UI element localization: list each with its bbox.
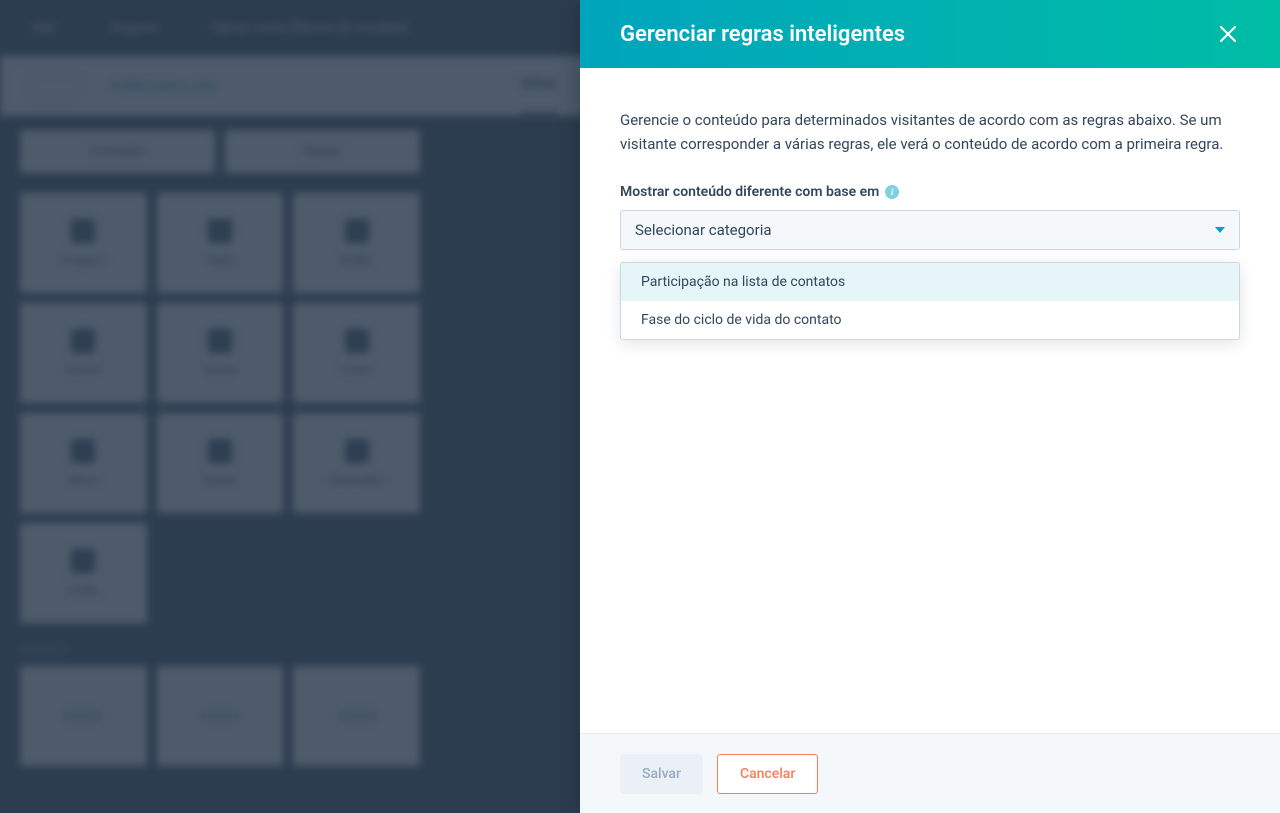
- panel-header: Gerenciar regras inteligentes: [580, 0, 1280, 68]
- dropdown-placeholder: Selecionar categoria: [635, 221, 772, 239]
- smart-rules-panel: Gerenciar regras inteligentes Gerencie o…: [580, 0, 1280, 813]
- category-dropdown: Selecionar categoria Participação na lis…: [620, 210, 1240, 250]
- cancel-button[interactable]: Cancelar: [717, 754, 818, 794]
- info-icon[interactable]: i: [885, 185, 899, 199]
- dropdown-option-contact-list[interactable]: Participação na lista de contatos: [621, 263, 1239, 301]
- field-label: Mostrar conteúdo diferente com base em i: [620, 184, 1240, 200]
- panel-description: Gerencie o conteúdo para determinados vi…: [620, 108, 1240, 156]
- close-icon: [1219, 25, 1237, 43]
- panel-body: Gerencie o conteúdo para determinados vi…: [580, 68, 1280, 733]
- close-button[interactable]: [1216, 22, 1240, 46]
- caret-down-icon: [1215, 227, 1225, 233]
- dropdown-option-lifecycle[interactable]: Fase do ciclo de vida do contato: [621, 301, 1239, 339]
- save-button[interactable]: Salvar: [620, 754, 703, 794]
- panel-title: Gerenciar regras inteligentes: [620, 22, 905, 47]
- dropdown-trigger[interactable]: Selecionar categoria: [620, 210, 1240, 250]
- panel-footer: Salvar Cancelar: [580, 733, 1280, 813]
- field-label-text: Mostrar conteúdo diferente com base em: [620, 184, 879, 200]
- dropdown-menu: Participação na lista de contatos Fase d…: [620, 262, 1240, 340]
